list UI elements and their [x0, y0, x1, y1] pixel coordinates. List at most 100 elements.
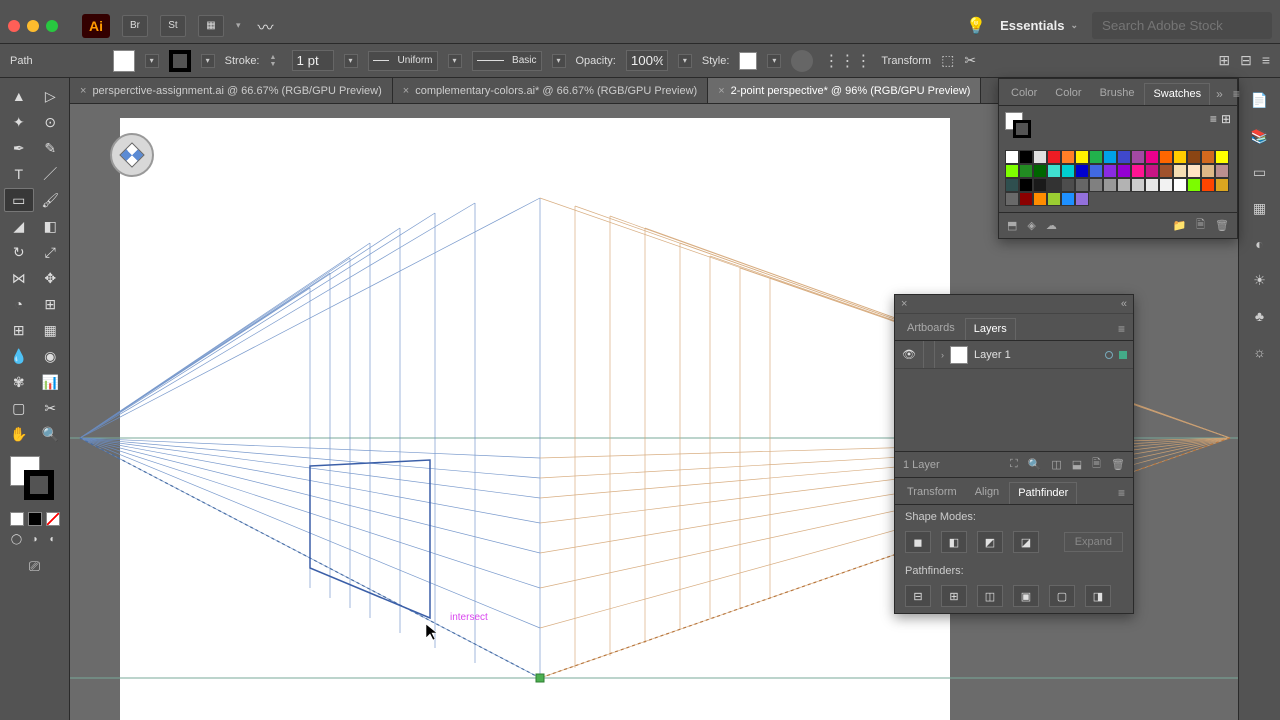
- style-dropdown[interactable]: [767, 54, 781, 68]
- swatch[interactable]: [1089, 178, 1103, 192]
- style-swatch[interactable]: [739, 52, 757, 70]
- layers-tab[interactable]: Layers: [965, 318, 1016, 340]
- minus-front-button[interactable]: ◧: [941, 531, 967, 553]
- gradient-mode[interactable]: [28, 512, 42, 526]
- shaper-tool[interactable]: ◢: [4, 214, 34, 238]
- clip-mask-icon[interactable]: ◫: [1051, 458, 1061, 471]
- swatches-tab[interactable]: Swatches: [1144, 83, 1210, 105]
- swatch[interactable]: [1173, 150, 1187, 164]
- line-tool[interactable]: ／: [36, 162, 66, 186]
- swatch[interactable]: [1033, 164, 1047, 178]
- swatch[interactable]: [1215, 178, 1229, 192]
- swatch[interactable]: [1047, 178, 1061, 192]
- arrange-icon[interactable]: ▦: [198, 15, 224, 37]
- swatch[interactable]: [1131, 164, 1145, 178]
- rectangle-tool[interactable]: ▭: [4, 188, 34, 212]
- list-view-icon[interactable]: ≡: [1210, 112, 1217, 138]
- search-stock-input[interactable]: [1092, 12, 1272, 39]
- align-tab[interactable]: Align: [967, 482, 1007, 504]
- swatch[interactable]: [1047, 150, 1061, 164]
- swatch[interactable]: [1075, 164, 1089, 178]
- expand-button[interactable]: Expand: [1064, 532, 1123, 552]
- edit-icon[interactable]: ✂: [964, 52, 976, 69]
- grid-icon[interactable]: ⊞: [1218, 52, 1230, 69]
- trim-button[interactable]: ⊞: [941, 585, 967, 607]
- swatch[interactable]: [1103, 150, 1117, 164]
- transparency-icon[interactable]: ◐: [1248, 232, 1272, 256]
- swatch[interactable]: [1019, 150, 1033, 164]
- unite-button[interactable]: ◼: [905, 531, 931, 553]
- swatch[interactable]: [1075, 192, 1089, 206]
- hand-tool[interactable]: ✋: [4, 422, 34, 446]
- brush-dropdown[interactable]: [552, 54, 566, 68]
- swatch[interactable]: [1201, 150, 1215, 164]
- new-sublayer-icon[interactable]: ⬓: [1072, 458, 1082, 471]
- divide-button[interactable]: ⊟: [905, 585, 931, 607]
- minus-back-button[interactable]: ◨: [1085, 585, 1111, 607]
- eyedropper-tool[interactable]: 💧: [4, 344, 34, 368]
- pen-tool[interactable]: ✒: [4, 136, 34, 160]
- shape-builder-tool[interactable]: ◔: [4, 292, 34, 316]
- opacity-input[interactable]: [626, 50, 668, 71]
- brushes-tab[interactable]: Brushe: [1092, 83, 1143, 105]
- swatch[interactable]: [1019, 178, 1033, 192]
- color-tab[interactable]: Color: [1003, 83, 1045, 105]
- transform-label[interactable]: Transform: [881, 55, 931, 67]
- swatch[interactable]: [1215, 164, 1229, 178]
- graphic-styles-icon[interactable]: ♣: [1248, 304, 1272, 328]
- stroke-weight-dropdown[interactable]: [344, 54, 358, 68]
- swatch[interactable]: [1089, 164, 1103, 178]
- snap-icon[interactable]: ⊟: [1240, 52, 1252, 69]
- layer-row[interactable]: 👁 › Layer 1: [895, 341, 1133, 369]
- swatch-lib-icon[interactable]: ⬒: [1007, 219, 1017, 232]
- swatch[interactable]: [1117, 178, 1131, 192]
- swatch[interactable]: [1075, 150, 1089, 164]
- stroke-panel-icon[interactable]: ▭: [1248, 160, 1272, 184]
- swatch[interactable]: [1033, 178, 1047, 192]
- swatch[interactable]: [1117, 164, 1131, 178]
- search-icon[interactable]: 💡: [966, 16, 986, 36]
- swatch[interactable]: [1005, 150, 1019, 164]
- swatch[interactable]: [1061, 150, 1075, 164]
- panel-menu-icon[interactable]: ≡: [1114, 482, 1129, 504]
- swatch[interactable]: [1033, 192, 1047, 206]
- draw-inside[interactable]: ◐: [46, 532, 60, 546]
- properties-icon[interactable]: 📄: [1248, 88, 1272, 112]
- swatch[interactable]: [1145, 164, 1159, 178]
- color-mode[interactable]: [10, 512, 24, 526]
- panel-collapse-icon[interactable]: »: [1212, 83, 1227, 105]
- stroke-profile[interactable]: Uniform: [368, 51, 438, 71]
- target-icon[interactable]: [1105, 351, 1113, 359]
- swatch-grid[interactable]: [999, 144, 1237, 212]
- swatch[interactable]: [1159, 178, 1173, 192]
- paintbrush-tool[interactable]: 🖌: [36, 188, 65, 212]
- brush-def[interactable]: Basic: [472, 51, 542, 71]
- recolor-icon[interactable]: [791, 50, 813, 72]
- swatch[interactable]: [1103, 164, 1117, 178]
- locate-icon[interactable]: ⛶: [1010, 458, 1018, 471]
- none-mode[interactable]: [46, 512, 60, 526]
- blend-tool[interactable]: ◉: [36, 344, 66, 368]
- type-tool[interactable]: T: [4, 162, 34, 186]
- swatch[interactable]: [1005, 178, 1019, 192]
- swatch[interactable]: [1187, 150, 1201, 164]
- draw-behind[interactable]: ◑: [28, 532, 42, 546]
- stroke-profile-dropdown[interactable]: [448, 54, 462, 68]
- outline-button[interactable]: ▢: [1049, 585, 1075, 607]
- stroke-dropdown[interactable]: [201, 54, 215, 68]
- libraries-icon[interactable]: 📚: [1248, 124, 1272, 148]
- swatch[interactable]: [1215, 150, 1229, 164]
- maximize-window[interactable]: [46, 20, 58, 32]
- swatch[interactable]: [1005, 164, 1019, 178]
- zoom-tool[interactable]: 🔍: [36, 422, 66, 446]
- gradient-panel-icon[interactable]: ▦: [1248, 196, 1272, 220]
- free-transform-tool[interactable]: ✥: [36, 266, 66, 290]
- expand-layer-icon[interactable]: ›: [941, 350, 944, 360]
- eraser-tool[interactable]: ◧: [36, 214, 66, 238]
- swatch[interactable]: [1005, 192, 1019, 206]
- visibility-icon[interactable]: 👁: [901, 348, 917, 361]
- swatch[interactable]: [1019, 192, 1033, 206]
- exclude-button[interactable]: ◪: [1013, 531, 1039, 553]
- swatch[interactable]: [1187, 164, 1201, 178]
- column-graph-tool[interactable]: 📊: [36, 370, 66, 394]
